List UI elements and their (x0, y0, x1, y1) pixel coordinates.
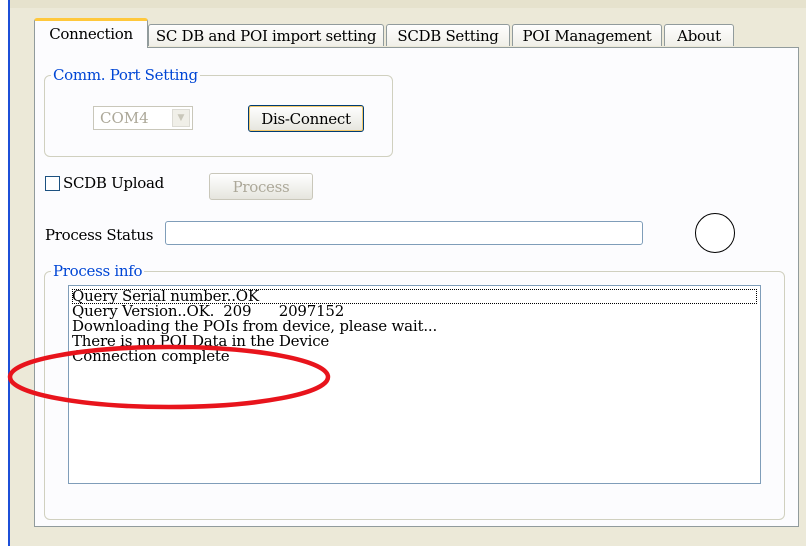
com-port-select[interactable]: COM4 ▼ (93, 106, 193, 130)
process-status-label: Process Status (45, 226, 154, 244)
comm-port-setting-legend: Comm. Port Setting (53, 66, 198, 84)
process-status-field[interactable] (165, 221, 643, 245)
process-info-legend: Process info (53, 262, 143, 280)
tab-scdb-poi-import-setting[interactable]: SC DB and POI import setting (148, 24, 384, 46)
scdb-upload-label[interactable]: SCDB Upload (63, 174, 164, 192)
process-info-listbox[interactable]: Query Serial number..OK Query Version..O… (68, 285, 761, 484)
chevron-down-icon[interactable]: ▼ (172, 109, 190, 127)
tab-connection[interactable]: Connection (34, 18, 148, 48)
scdb-upload-checkbox[interactable] (45, 176, 60, 191)
com-port-value: COM4 (100, 109, 149, 127)
tab-about[interactable]: About (664, 24, 734, 46)
list-item[interactable]: Connection complete (72, 349, 757, 364)
status-indicator-circle (695, 213, 735, 253)
disconnect-button[interactable]: Dis-Connect (248, 105, 364, 132)
app-window: Connection SC DB and POI import setting … (8, 0, 806, 546)
process-button[interactable]: Process (209, 173, 313, 200)
connection-panel: Comm. Port Setting COM4 ▼ Dis-Connect SC… (34, 47, 799, 527)
tab-poi-management[interactable]: POI Management (512, 24, 662, 46)
tab-scdb-setting[interactable]: SCDB Setting (386, 24, 510, 46)
